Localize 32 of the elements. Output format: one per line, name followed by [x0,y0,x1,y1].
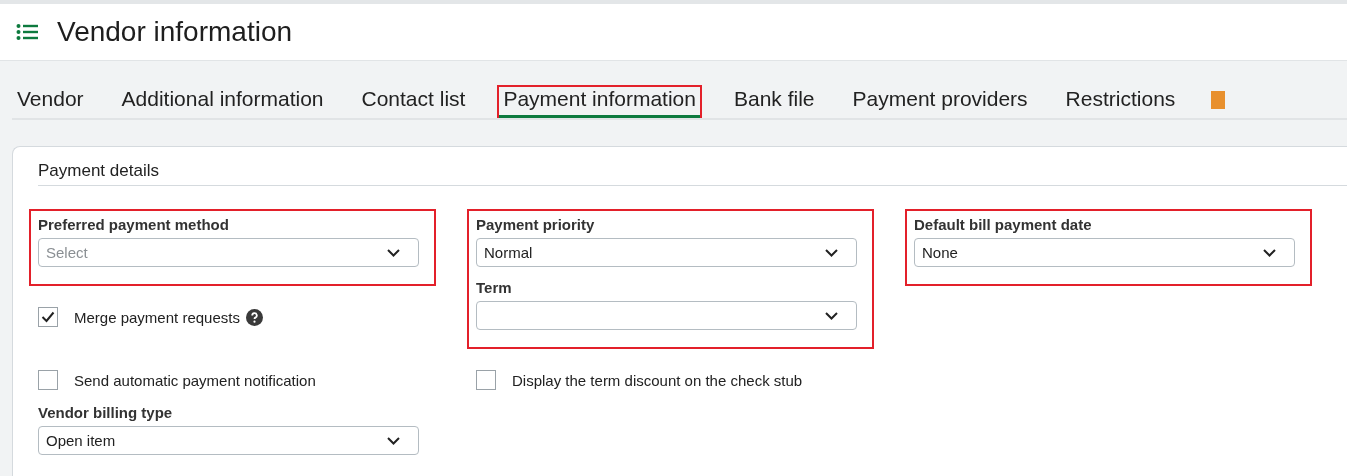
field-label: Preferred payment method [38,217,230,233]
field-label: Payment priority [476,217,596,233]
chevron-down-icon [387,436,400,445]
select-field[interactable]: Open item [38,426,419,455]
checkbox[interactable] [38,370,58,390]
select-field[interactable]: None [914,238,1295,267]
checkbox-label: Send automatic payment notification [74,371,316,389]
checkbox[interactable] [476,370,496,390]
tab[interactable]: Vendor [13,87,88,118]
select-field[interactable] [476,301,857,330]
field-label: Vendor billing type [38,405,174,421]
chevron-down-icon [387,248,400,257]
field-label: Term [476,280,513,296]
checkbox[interactable] [38,307,58,327]
page-title: Vendor information [57,16,293,48]
chevron-down-icon [1263,248,1276,257]
tab-icon[interactable] [1211,91,1226,109]
help-icon[interactable] [245,308,263,326]
tab[interactable]: Contact list [357,87,470,118]
tab[interactable]: Payment information [499,87,700,118]
checkbox-label: Display the term discount on the check stub [512,371,803,389]
select-field[interactable]: Normal [476,238,857,267]
chevron-down-icon [825,248,838,257]
list-icon[interactable] [16,23,38,41]
tab[interactable]: Additional information [117,87,328,118]
field-label: Default bill payment date [914,217,1093,233]
tab[interactable]: Bank file [730,87,819,118]
tab[interactable]: Payment providers [848,87,1032,118]
section-title: Payment details [38,161,1347,186]
tab[interactable]: Restrictions [1061,87,1180,118]
chevron-down-icon [825,311,838,320]
checkbox-label: Merge payment requests [74,308,240,326]
